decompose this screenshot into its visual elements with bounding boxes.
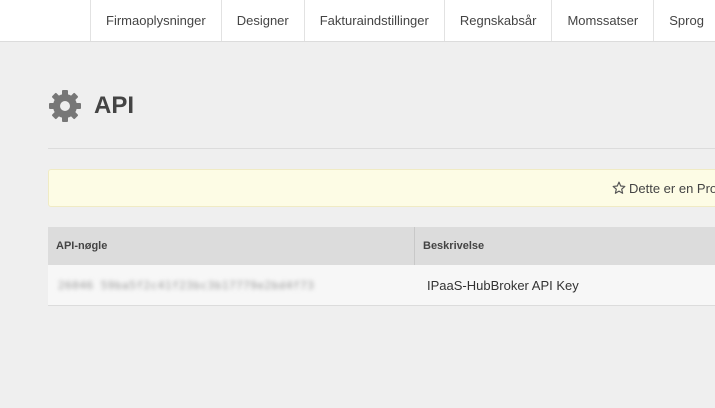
table-row[interactable]: 26046 59ba5f2c41f23bc3b17779e2bd4f73 IPa… bbox=[48, 265, 715, 306]
gear-icon bbox=[49, 90, 81, 122]
notice-text: Dette er en Pro bbox=[629, 180, 715, 196]
notice-content: Dette er en Pro bbox=[612, 170, 715, 206]
api-key-value: 26046 59ba5f2c41f23bc3b17779e2bd4f73 bbox=[58, 278, 315, 292]
pro-notice-banner: Dette er en Pro bbox=[48, 169, 715, 207]
tab-designer[interactable]: Designer bbox=[220, 0, 304, 41]
tab-sprog[interactable]: Sprog bbox=[653, 0, 715, 41]
column-header-description[interactable]: Beskrivelse bbox=[415, 227, 715, 265]
page-title: API bbox=[94, 92, 135, 119]
column-header-api-key[interactable]: API-nøgle bbox=[48, 227, 415, 265]
description-cell: IPaaS-HubBroker API Key bbox=[427, 277, 579, 293]
top-navigation: Firmaoplysninger Designer Fakturaindstil… bbox=[0, 0, 715, 42]
settings-tabs: Firmaoplysninger Designer Fakturaindstil… bbox=[90, 0, 715, 41]
tab-momssatser[interactable]: Momssatser bbox=[551, 0, 653, 41]
api-keys-table: API-nøgle Beskrivelse 26046 59ba5f2c41f2… bbox=[48, 227, 715, 306]
api-key-cell: 26046 59ba5f2c41f23bc3b17779e2bd4f73 bbox=[48, 265, 415, 305]
table-header: API-nøgle Beskrivelse bbox=[48, 227, 715, 265]
tab-fakturaindstillinger[interactable]: Fakturaindstillinger bbox=[303, 0, 444, 41]
header-divider bbox=[48, 148, 715, 149]
tab-regnskabsaar[interactable]: Regnskabsår bbox=[443, 0, 552, 41]
page-header: API bbox=[48, 88, 134, 124]
star-outline-icon bbox=[612, 181, 626, 194]
tab-firmaoplysninger[interactable]: Firmaoplysninger bbox=[90, 0, 221, 41]
